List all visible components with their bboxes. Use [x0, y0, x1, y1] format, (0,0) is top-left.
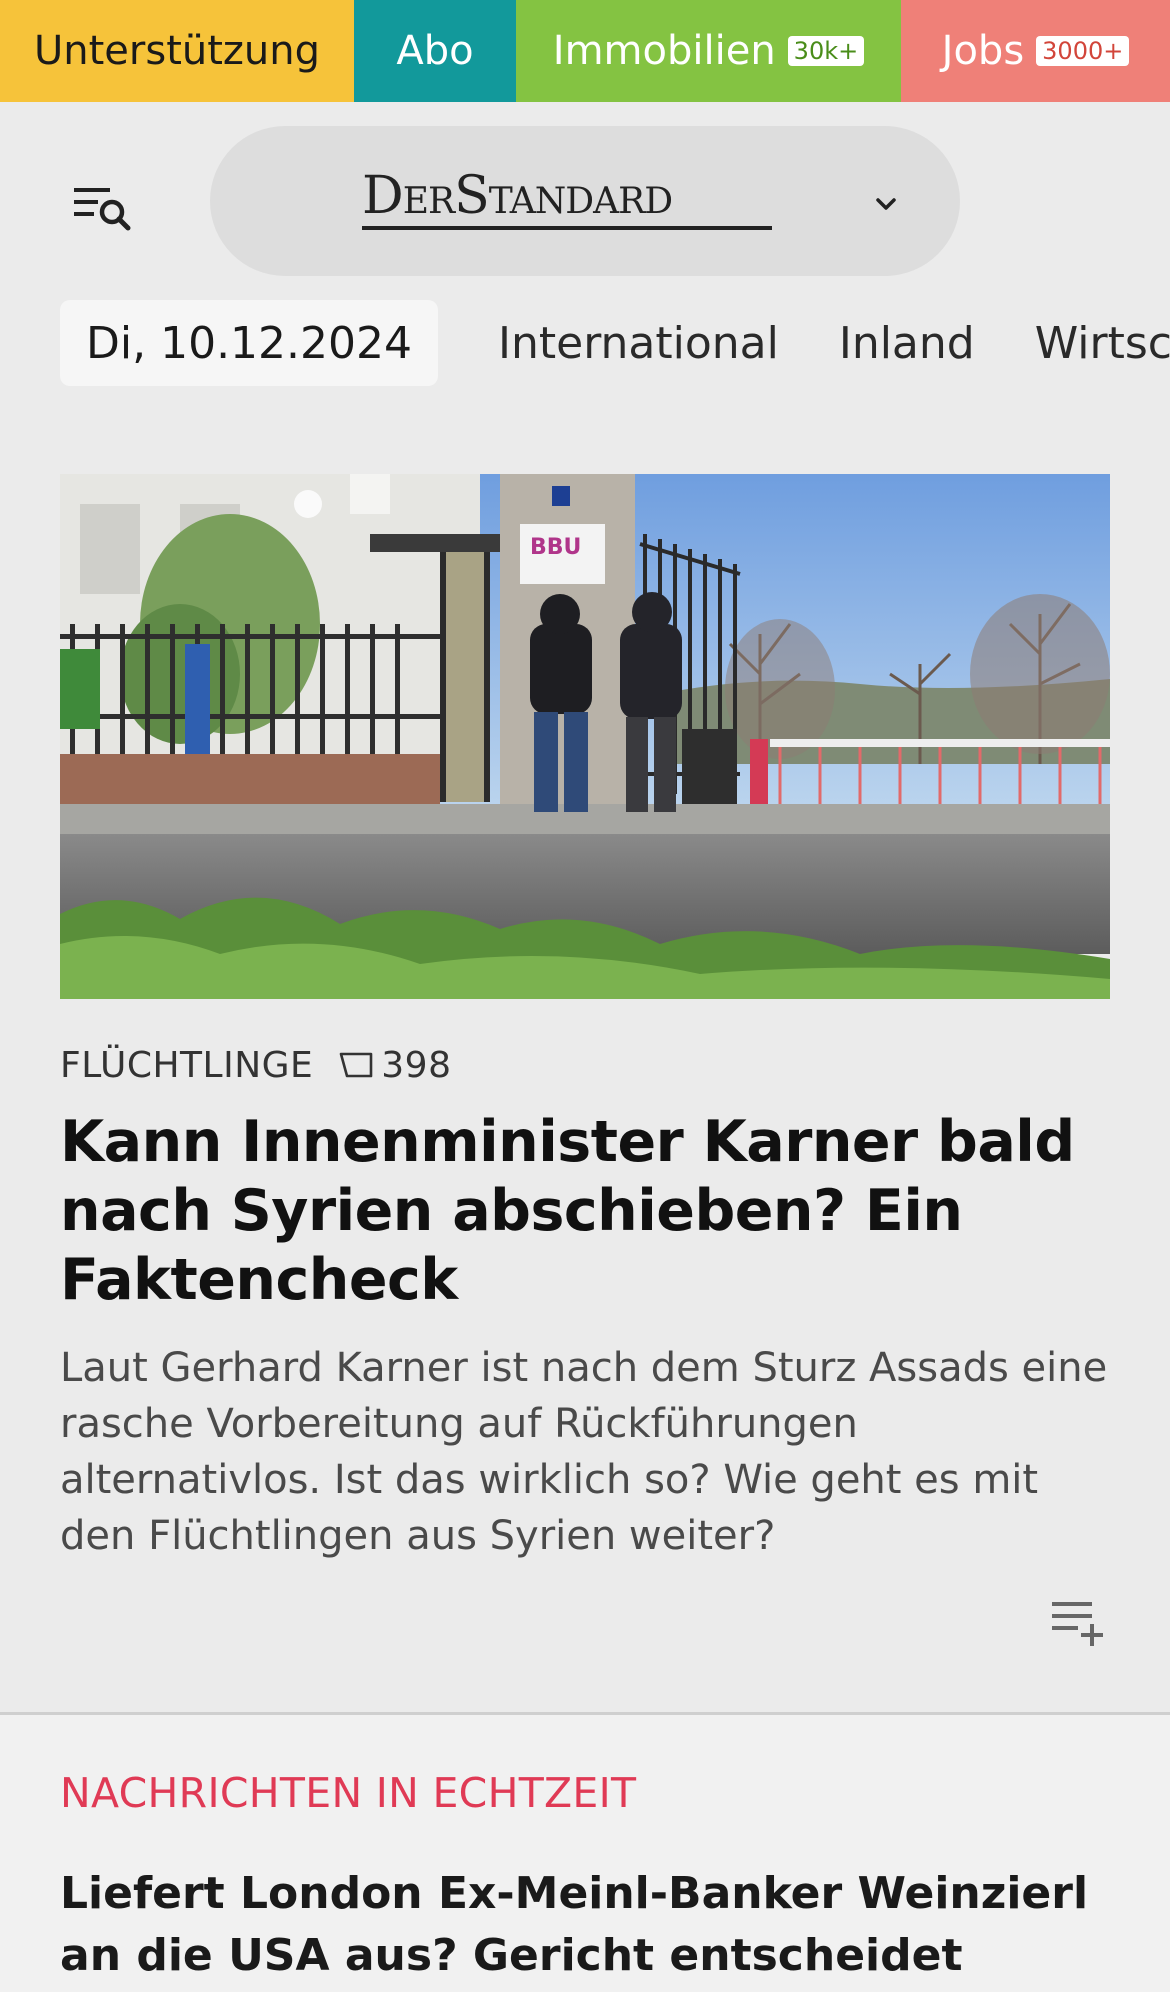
kicker-label[interactable]: FLÜCHTLINGE [60, 1045, 313, 1086]
comment-count: 398 [381, 1044, 452, 1086]
jobs-link[interactable]: Jobs 3000+ [901, 0, 1170, 102]
lead-article-image[interactable]: BBU [60, 474, 1110, 999]
live-news-section: NACHRICHTEN IN ECHTZEIT Liefert London E… [0, 1715, 1170, 1992]
immobilien-link[interactable]: Immobilien 30k+ [516, 0, 901, 102]
live-news-label[interactable]: NACHRICHTEN IN ECHTZEIT [60, 1769, 636, 1817]
jobs-label: Jobs [941, 28, 1025, 74]
tab-international[interactable]: International [498, 318, 779, 369]
section-tabs: Di, 10.12.2024 International Inland Wirt… [60, 300, 1170, 386]
lead-teaser[interactable]: Laut Gerhard Karner ist nach dem Sturz A… [60, 1340, 1120, 1564]
support-label: Unterstützung [33, 28, 320, 74]
abo-link[interactable]: Abo [354, 0, 516, 102]
lead-headline[interactable]: Kann Innenminister Karner bald nach Syri… [60, 1108, 1110, 1315]
menu-search-icon[interactable] [68, 176, 140, 236]
immobilien-badge: 30k+ [787, 36, 865, 66]
abo-label: Abo [396, 28, 474, 74]
chevron-down-icon[interactable] [866, 184, 906, 224]
comment-count-link[interactable]: 398 [337, 1045, 451, 1086]
top-navigation: Unterstützung Abo Immobilien 30k+ Jobs 3… [0, 0, 1170, 102]
tab-wirtschaft[interactable]: Wirtschaft [1035, 318, 1170, 369]
add-to-list-icon[interactable] [1050, 1598, 1112, 1646]
jobs-badge: 3000+ [1036, 36, 1130, 66]
site-logo[interactable]: DerStandard [362, 168, 772, 230]
tab-inland[interactable]: Inland [839, 318, 975, 369]
immobilien-label: Immobilien [552, 28, 776, 74]
logo-pill[interactable]: DerStandard [210, 126, 960, 276]
site-header: DerStandard [0, 126, 1170, 276]
comment-icon [339, 1052, 373, 1078]
date-chip[interactable]: Di, 10.12.2024 [60, 300, 439, 386]
live-news-headline[interactable]: Liefert London Ex-Meinl-Banker Weinzierl… [60, 1863, 1140, 1992]
bbu-sign-text: BBU [530, 535, 581, 560]
support-link[interactable]: Unterstützung [0, 0, 354, 102]
lead-kicker: FLÜCHTLINGE 398 [60, 1040, 451, 1090]
